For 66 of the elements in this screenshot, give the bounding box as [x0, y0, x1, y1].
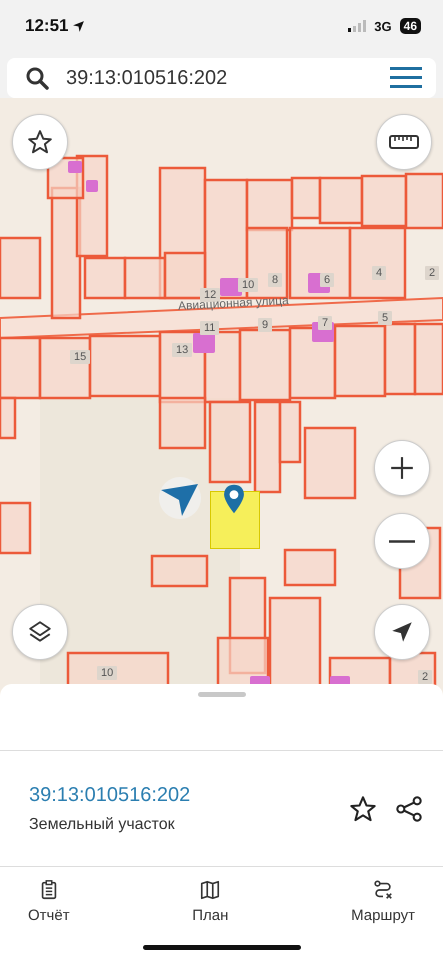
- share-icon[interactable]: [395, 794, 423, 822]
- ruler-icon: [389, 134, 419, 150]
- tab-button[interactable]: План: [182, 879, 238, 924]
- minus-icon: [389, 540, 415, 542]
- house-number: 6: [320, 273, 334, 287]
- drag-handle[interactable]: [198, 692, 246, 697]
- house-number: 15: [70, 350, 90, 364]
- land-parcel[interactable]: [0, 396, 16, 440]
- building: [68, 161, 82, 173]
- tab-button[interactable]: Маршрут: [341, 879, 425, 924]
- house-number: 13: [172, 343, 192, 357]
- network-type: 3G: [374, 18, 392, 34]
- signal-icon: [348, 20, 366, 32]
- house-number: 10: [238, 278, 258, 292]
- land-parcel[interactable]: [124, 256, 166, 300]
- land-parcel[interactable]: [164, 252, 206, 300]
- land-parcel[interactable]: [254, 400, 282, 494]
- land-parcel[interactable]: [0, 236, 42, 300]
- status-time: 12:51: [25, 16, 68, 36]
- land-parcel[interactable]: [0, 502, 32, 554]
- house-number: 9: [258, 318, 272, 332]
- building: [86, 180, 98, 192]
- land-parcel[interactable]: [348, 226, 406, 300]
- land-parcel[interactable]: [278, 400, 302, 464]
- map-icon: [199, 879, 222, 901]
- object-type: Земельный участок: [29, 816, 175, 834]
- cadastral-number[interactable]: 39:13:010516:202: [29, 784, 190, 806]
- house-number: 7: [318, 316, 332, 330]
- land-parcel[interactable]: [384, 322, 416, 396]
- route-icon: [372, 879, 394, 901]
- star-icon: [27, 129, 53, 155]
- land-parcel[interactable]: [334, 324, 386, 398]
- land-parcel[interactable]: [360, 174, 408, 228]
- house-number: 5: [378, 311, 392, 325]
- search-icon: [25, 66, 49, 90]
- search-field[interactable]: 39:13:010516:202: [7, 58, 436, 98]
- land-parcel[interactable]: [158, 396, 206, 450]
- building: [193, 333, 215, 353]
- house-number: 8: [268, 273, 282, 287]
- land-parcel[interactable]: [414, 322, 443, 396]
- land-parcel[interactable]: [0, 336, 42, 400]
- house-number: 2: [418, 670, 432, 684]
- land-parcel[interactable]: [150, 554, 208, 588]
- land-parcel[interactable]: [84, 256, 126, 300]
- map-pin-icon: [223, 482, 245, 516]
- land-parcel[interactable]: [38, 336, 92, 400]
- land-parcel[interactable]: [284, 548, 336, 586]
- house-number: 10: [97, 666, 118, 680]
- house-number: 11: [200, 321, 220, 335]
- menu-icon[interactable]: [390, 67, 422, 89]
- land-parcel[interactable]: [238, 328, 292, 402]
- land-parcel[interactable]: [246, 178, 294, 232]
- star-icon[interactable]: [349, 794, 377, 822]
- selected-parcel[interactable]: [210, 491, 260, 549]
- land-parcel[interactable]: [208, 400, 252, 484]
- land-parcel[interactable]: [304, 426, 356, 500]
- house-number: 2: [425, 266, 440, 280]
- tab-button[interactable]: Отчёт: [18, 879, 80, 924]
- plus-icon: [389, 455, 415, 481]
- land-parcel[interactable]: [318, 176, 364, 224]
- land-parcel[interactable]: [88, 334, 162, 398]
- location-arrow-icon: [72, 20, 86, 32]
- battery-level: 46: [400, 18, 421, 34]
- land-parcel[interactable]: [290, 176, 322, 220]
- house-number: 12: [200, 288, 220, 302]
- house-number: 4: [372, 266, 386, 280]
